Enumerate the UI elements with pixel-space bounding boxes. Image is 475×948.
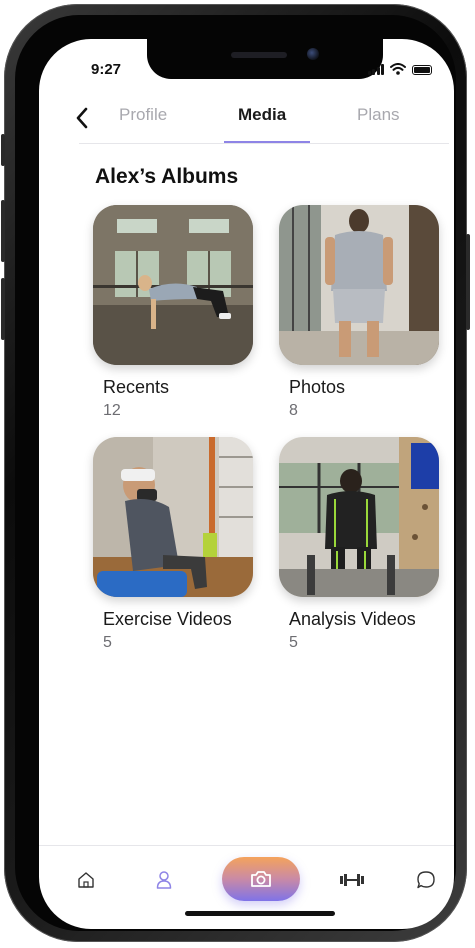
chat-icon	[417, 871, 435, 889]
volume-down-button	[1, 278, 5, 340]
camera-button[interactable]	[222, 857, 300, 901]
album-name: Recents	[103, 377, 170, 397]
phone-bezel: 9:27 Profile Media Plans Alex’s Albums R…	[15, 15, 456, 931]
album-count: 5	[103, 634, 112, 651]
phone-screen: 9:27 Profile Media Plans Alex’s Albums R…	[39, 39, 454, 929]
analysis-videos-thumbnail-image	[279, 437, 439, 597]
status-time: 9:27	[91, 61, 122, 78]
front-camera	[307, 48, 319, 60]
wifi-icon	[390, 63, 406, 75]
volume-up-button	[1, 200, 5, 262]
signal-icon	[367, 64, 384, 75]
tab-bar: Profile Media Plans	[105, 105, 445, 135]
exercise-videos-thumbnail-image	[93, 437, 253, 597]
album-count: 5	[289, 634, 298, 651]
album-card-recents[interactable]: Recents 12	[93, 205, 253, 420]
nav-home[interactable]	[71, 865, 101, 895]
bottom-nav-divider	[39, 845, 454, 846]
tab-divider	[79, 143, 449, 144]
camera-icon	[251, 871, 271, 887]
album-name: Photos	[289, 377, 346, 397]
album-name: Exercise Videos	[103, 609, 232, 629]
recents-thumbnail-image	[93, 205, 253, 365]
albums-title: Alex’s Albums	[95, 165, 239, 188]
battery-icon	[412, 65, 432, 75]
dumbbell-icon	[340, 874, 364, 886]
album-card-exercise-videos[interactable]: Exercise Videos 5	[93, 437, 253, 652]
album-card-analysis-videos[interactable]: Analysis Videos 5	[279, 437, 439, 652]
notch	[147, 39, 383, 79]
profile-icon	[156, 871, 172, 889]
album-card-photos[interactable]: Photos 8	[279, 205, 439, 420]
tab-plans[interactable]: Plans	[357, 105, 400, 125]
photos-thumbnail-image	[279, 205, 439, 365]
mute-switch	[1, 134, 5, 166]
album-name: Analysis Videos	[289, 609, 416, 629]
status-icons	[367, 63, 432, 75]
phone-frame: 9:27 Profile Media Plans Alex’s Albums R…	[1, 4, 470, 942]
album-thumbnail	[279, 437, 439, 597]
tab-profile[interactable]: Profile	[119, 105, 167, 125]
album-count: 12	[103, 402, 121, 419]
home-icon	[78, 872, 94, 888]
tab-media[interactable]: Media	[238, 105, 286, 125]
chevron-left-icon	[76, 107, 88, 129]
album-thumbnail	[93, 205, 253, 365]
nav-workouts[interactable]	[337, 865, 367, 895]
active-tab-indicator	[224, 141, 310, 143]
album-thumbnail	[279, 205, 439, 365]
album-count: 8	[289, 402, 298, 419]
nav-messages[interactable]	[411, 865, 441, 895]
speaker	[231, 52, 287, 58]
nav-profile[interactable]	[149, 865, 179, 895]
power-button	[466, 234, 470, 330]
back-button[interactable]	[69, 103, 95, 133]
home-indicator[interactable]	[185, 911, 335, 916]
album-thumbnail	[93, 437, 253, 597]
